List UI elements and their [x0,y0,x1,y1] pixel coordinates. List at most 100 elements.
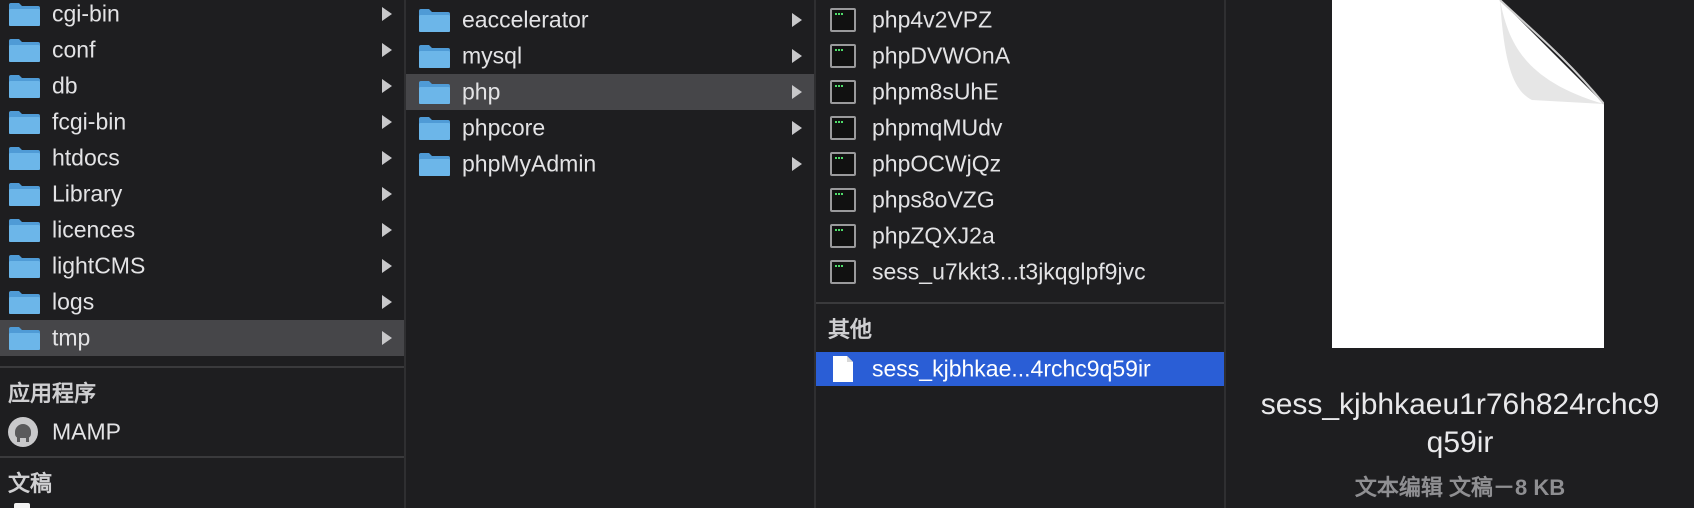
section-header-applications: 应用程序 [8,381,97,406]
file-label: phpmqMUdv [872,114,1003,141]
column-tmp-php: php4v2VPZ phpDVWOnA phpm8sUhE phpmqMUdv … [816,0,1224,508]
file-row[interactable]: phps8oVZG [816,182,1224,218]
chevron-right-icon [792,121,802,135]
chevron-right-icon [792,157,802,171]
file-label: sess_kjbhkae...4rchc9q59ir [872,355,1151,382]
folder-row-tmp[interactable]: tmp [0,320,404,356]
folder-label: php [462,78,501,105]
folder-row-phpmyadmin[interactable]: phpMyAdmin [406,146,814,182]
folder-label: htdocs [52,144,120,171]
folder-row-library[interactable]: Library [0,176,404,212]
folder-label: mysql [462,42,523,69]
folder-row-eaccelerator[interactable]: eaccelerator [406,2,814,38]
folder-icon [419,153,450,176]
chevron-right-icon [792,13,802,27]
folder-row-cgi-bin[interactable]: cgi-bin [0,0,404,32]
section-divider [816,302,1224,304]
folder-row-licences[interactable]: licences [0,212,404,248]
preview-pane: sess_kjbhkaeu1r76h824rchc9 q59ir 文本编辑 文稿… [1226,0,1694,508]
folder-label: Library [52,180,123,207]
folder-label: db [52,72,78,99]
text-document-icon [833,356,853,382]
section-header-other: 其他 [828,317,873,342]
folder-icon [9,39,40,62]
folder-icon [419,117,450,140]
preview-filename: sess_kjbhkaeu1r76h824rchc9 q59ir [1226,386,1694,462]
folder-label: logs [52,288,95,315]
folder-icon [9,255,40,278]
folder-icon [419,81,450,104]
file-label: sess_u7kkt3...t3jkqglpf9jvc [872,258,1146,285]
folder-label: conf [52,36,96,63]
unix-executable-icon [830,116,856,140]
unix-executable-icon [830,44,856,68]
file-label: phpm8sUhE [872,78,999,105]
preview-filename-line1: sess_kjbhkaeu1r76h824rchc9 [1260,388,1660,421]
folder-row-phpcore[interactable]: phpcore [406,110,814,146]
folder-label: tmp [52,324,91,351]
folder-icon [9,183,40,206]
unix-executable-icon [830,8,856,32]
file-row-selected[interactable]: sess_kjbhkae...4rchc9q59ir [816,352,1224,386]
folder-row-logs[interactable]: logs [0,284,404,320]
folder-icon [9,219,40,242]
unix-executable-icon [830,260,856,284]
folder-icon [419,45,450,68]
folder-row-db[interactable]: db [0,68,404,104]
folder-icon [9,75,40,98]
app-label: MAMP [52,418,121,445]
file-row[interactable]: phpOCWjQz [816,146,1224,182]
folder-row-conf[interactable]: conf [0,32,404,68]
chevron-right-icon [382,7,392,21]
file-label: phpDVWOnA [872,42,1011,69]
section-divider [0,366,404,368]
folder-icon [9,147,40,170]
unix-executable-icon [830,80,856,104]
partial-document-icon [14,503,30,508]
unix-executable-icon [830,152,856,176]
chevron-right-icon [382,223,392,237]
folder-row-lightcms[interactable]: lightCMS [0,248,404,284]
column-mamp: cgi-bin conf db fcgi-bin htdocs Library … [0,0,404,508]
folder-icon [9,327,40,350]
folder-label: phpcore [462,114,546,141]
chevron-right-icon [792,85,802,99]
folder-icon [419,9,450,32]
file-row[interactable]: sess_u7kkt3...t3jkqglpf9jvc [816,254,1224,290]
chevron-right-icon [792,49,802,63]
folder-row-fcgi-bin[interactable]: fcgi-bin [0,104,404,140]
chevron-right-icon [382,187,392,201]
folder-row-htdocs[interactable]: htdocs [0,140,404,176]
folder-icon [9,291,40,314]
folder-row-php[interactable]: php [406,74,814,110]
file-label: phpOCWjQz [872,150,1002,177]
mamp-elephant-icon [8,417,38,447]
file-label: phps8oVZG [872,186,995,213]
folder-label: licences [52,216,136,243]
chevron-right-icon [382,259,392,273]
folder-label: phpMyAdmin [462,150,597,177]
folder-label: lightCMS [52,252,146,279]
folder-icon [9,3,40,26]
chevron-right-icon [382,43,392,57]
file-row[interactable]: phpZQXJ2a [816,218,1224,254]
file-row[interactable]: php4v2VPZ [816,2,1224,38]
file-row[interactable]: phpDVWOnA [816,38,1224,74]
unix-executable-icon [830,224,856,248]
file-row[interactable]: phpmqMUdv [816,110,1224,146]
chevron-right-icon [382,331,392,345]
folder-row-mysql[interactable]: mysql [406,38,814,74]
folder-label: cgi-bin [52,0,120,27]
file-row[interactable]: phpm8sUhE [816,74,1224,110]
chevron-right-icon [382,79,392,93]
app-row-mamp[interactable]: MAMP [0,414,404,450]
document-preview-icon[interactable] [1332,0,1604,348]
folder-label: fcgi-bin [52,108,127,135]
section-header-documents: 文稿 [8,471,53,496]
folder-icon [9,111,40,134]
section-divider [0,456,404,458]
folder-label: eaccelerator [462,6,589,33]
preview-file-info: 文本编辑 文稿－8 KB [1354,475,1566,500]
chevron-right-icon [382,295,392,309]
chevron-right-icon [382,115,392,129]
